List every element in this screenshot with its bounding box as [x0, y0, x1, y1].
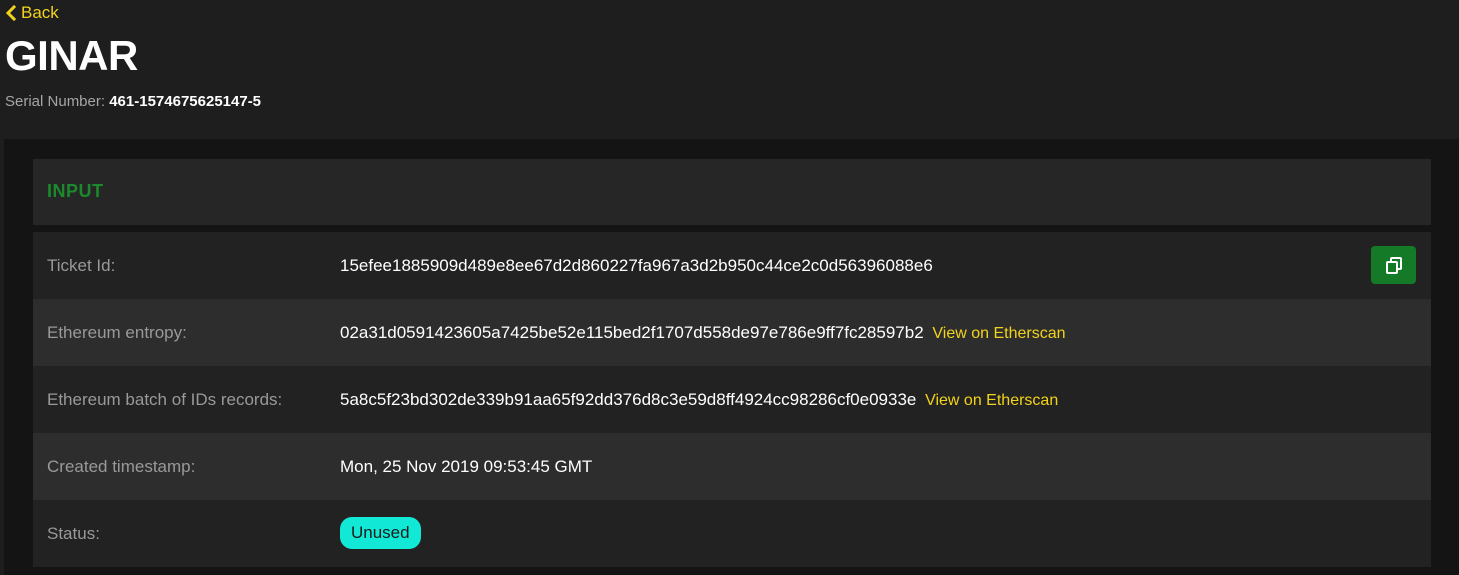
details-table: Ticket Id: 15efee1885909d489e8ee67d2d860…: [33, 232, 1431, 567]
entropy-hash: 02a31d0591423605a7425be52e115bed2f1707d5…: [340, 322, 924, 342]
row-created-timestamp: Created timestamp: Mon, 25 Nov 2019 09:5…: [33, 433, 1431, 500]
row-ticket-id: Ticket Id: 15efee1885909d489e8ee67d2d860…: [33, 232, 1431, 299]
status-badge: Unused: [340, 516, 421, 549]
page-title: GINAR: [5, 32, 138, 79]
ethereum-entropy-value: 02a31d0591423605a7425be52e115bed2f1707d5…: [340, 323, 1066, 343]
view-on-etherscan-link[interactable]: View on Etherscan: [925, 392, 1058, 409]
row-ethereum-batch: Ethereum batch of IDs records: 5a8c5f23b…: [33, 366, 1431, 433]
copy-button[interactable]: [1371, 246, 1416, 284]
ticket-id-value: 15efee1885909d489e8ee67d2d860227fa967a3d…: [340, 255, 933, 275]
status-value: Unused: [340, 516, 421, 549]
row-label: Status:: [47, 523, 100, 543]
row-ethereum-entropy: Ethereum entropy: 02a31d0591423605a7425b…: [33, 299, 1431, 366]
copy-icon: [1385, 257, 1402, 274]
card-title: INPUT: [47, 181, 104, 201]
back-link-label: Back: [21, 3, 59, 22]
row-label: Ticket Id:: [47, 255, 116, 275]
serial-value: 461-1574675625147-5: [109, 93, 262, 110]
batch-hash: 5a8c5f23bd302de339b91aa65f92dd376d8c3e59…: [340, 389, 917, 409]
ethereum-batch-value: 5a8c5f23bd302de339b91aa65f92dd376d8c3e59…: [340, 390, 1058, 410]
serial-number: Serial Number: 461-1574675625147-5: [5, 93, 261, 110]
chevron-left-icon: [5, 5, 17, 21]
page-header: Back GINAR Serial Number: 461-1574675625…: [0, 0, 1459, 139]
row-label: Ethereum entropy:: [47, 322, 187, 342]
back-link[interactable]: Back: [5, 3, 59, 23]
row-label: Created timestamp:: [47, 456, 196, 476]
view-on-etherscan-link[interactable]: View on Etherscan: [932, 325, 1065, 342]
created-timestamp-value: Mon, 25 Nov 2019 09:53:45 GMT: [340, 456, 593, 476]
main-content: INPUT Ticket Id: 15efee1885909d489e8ee67…: [4, 139, 1459, 575]
serial-label: Serial Number:: [5, 93, 106, 110]
row-status: Status: Unused: [33, 500, 1431, 567]
row-label: Ethereum batch of IDs records:: [47, 389, 283, 409]
card-header: INPUT: [33, 159, 1431, 225]
